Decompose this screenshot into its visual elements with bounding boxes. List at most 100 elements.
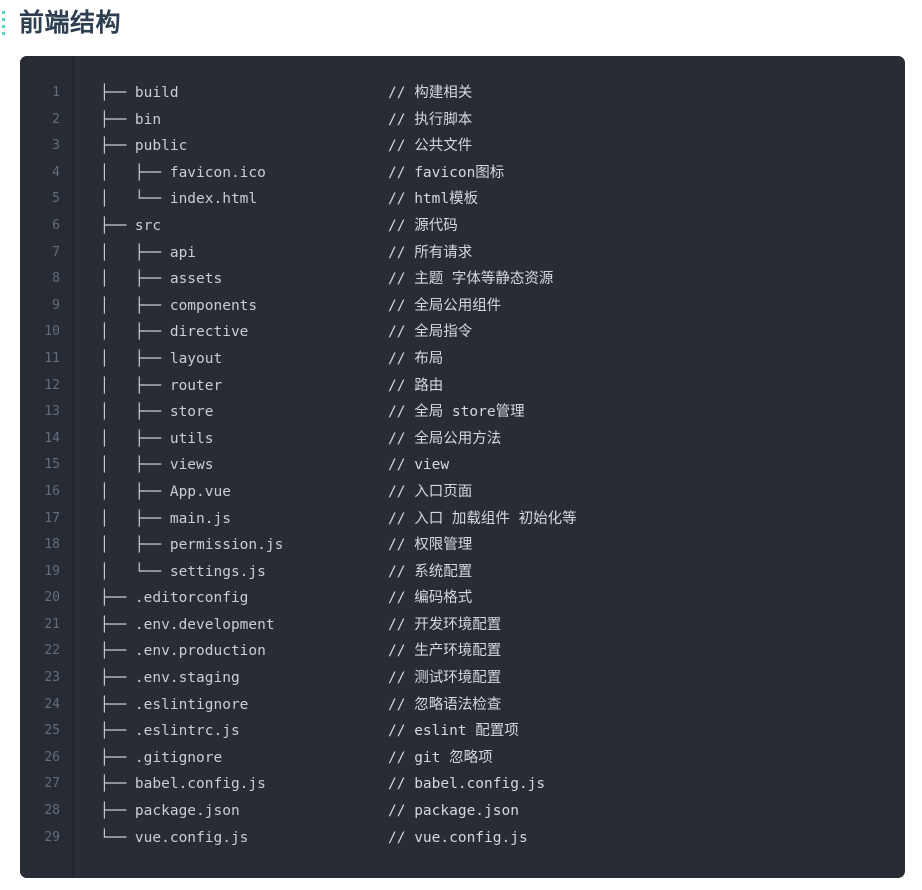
- file-tree-comment: // 测试环境配置: [388, 670, 502, 687]
- file-tree-entry: │ ├── layout: [100, 350, 223, 367]
- line-number: 19: [44, 563, 60, 579]
- file-tree-comment: // 主题 字体等静态资源: [388, 271, 554, 288]
- file-tree-comment: // 所有请求: [388, 244, 473, 261]
- code-line: 1 ├── build // 构建相关: [20, 80, 905, 107]
- file-tree-entry: │ └── settings.js: [100, 563, 266, 580]
- line-number: 25: [44, 723, 60, 739]
- code-line: 4 │ ├── favicon.ico // favicon图标: [20, 160, 905, 187]
- line-number: 9: [52, 297, 60, 313]
- file-tree-comment: // 入口 加载组件 初始化等: [388, 510, 577, 527]
- file-tree-entry: ├── public: [100, 138, 188, 155]
- code-line: 3 ├── public // 公共文件: [20, 133, 905, 160]
- file-tree-entry: │ ├── api: [100, 244, 197, 261]
- file-tree-entry: ├── bin: [100, 111, 162, 128]
- code-line: 16 │ ├── App.vue // 入口页面: [20, 479, 905, 506]
- code-block: 1 ├── build // 构建相关 2 ├── bin // 执行脚本 3 ├── pub…: [20, 56, 905, 878]
- code-line: 14 │ ├── utils // 全局公用方法: [20, 426, 905, 453]
- file-tree-entry: ├── .gitignore: [100, 749, 223, 766]
- code-line: 2 ├── bin // 执行脚本: [20, 107, 905, 134]
- file-tree-comment: // favicon图标: [388, 164, 505, 181]
- file-tree-entry: ├── babel.config.js: [100, 776, 266, 793]
- file-tree-comment: // 全局公用组件: [388, 297, 502, 314]
- code-line: 22 ├── .env.production // 生产环境配置: [20, 638, 905, 665]
- line-number: 17: [44, 510, 60, 526]
- line-number: 12: [44, 377, 60, 393]
- code-line: 15 │ ├── views // view: [20, 452, 905, 479]
- line-number: 23: [44, 670, 60, 686]
- code-line: 10 │ ├── directive // 全局指令: [20, 319, 905, 346]
- file-tree-comment: // eslint 配置项: [388, 723, 519, 740]
- file-tree-entry: │ ├── directive: [100, 324, 249, 341]
- file-tree-entry: │ ├── main.js: [100, 510, 231, 527]
- file-tree-entry: ├── build: [100, 85, 179, 101]
- line-number: 20: [44, 590, 60, 606]
- code-line: 18 │ ├── permission.js // 权限管理: [20, 532, 905, 559]
- file-tree-comment: // 生产环境配置: [388, 643, 502, 660]
- line-number: 27: [44, 776, 60, 792]
- file-tree-entry: │ ├── components: [100, 297, 258, 314]
- file-tree-comment: // 全局指令: [388, 324, 473, 341]
- code-line: 21 ├── .env.development // 开发环境配置: [20, 612, 905, 639]
- file-tree-comment: // git 忽略项: [388, 749, 493, 766]
- line-number: 28: [44, 803, 60, 819]
- file-tree-comment: // 全局公用方法: [388, 430, 502, 447]
- page-title: 前端结构: [19, 9, 122, 37]
- line-number: 4: [52, 164, 60, 180]
- file-tree-comment: // 全局 store管理: [388, 404, 525, 421]
- line-number: 18: [44, 537, 60, 553]
- line-number: 3: [52, 138, 60, 154]
- file-tree-entry: ├── .editorconfig: [100, 590, 249, 607]
- file-tree-comment: // 编码格式: [388, 590, 473, 607]
- line-number: 7: [52, 244, 60, 260]
- code-lines: 1 ├── build // 构建相关 2 ├── bin // 执行脚本 3 ├── pub…: [20, 80, 905, 851]
- code-line: 17 │ ├── main.js // 入口 加载组件 初始化等: [20, 506, 905, 533]
- file-tree-comment: // 系统配置: [388, 563, 473, 580]
- file-tree-entry: │ ├── favicon.ico: [100, 164, 266, 181]
- line-number: 6: [52, 217, 60, 233]
- line-number: 16: [44, 483, 60, 499]
- line-number: 11: [44, 350, 60, 366]
- code-line: 8 │ ├── assets // 主题 字体等静态资源: [20, 266, 905, 293]
- file-tree-comment: // babel.config.js: [388, 776, 546, 793]
- line-number: 29: [44, 829, 60, 845]
- file-tree-comment: // html模板: [388, 191, 479, 208]
- code-line: 25 ├── .eslintrc.js // eslint 配置项: [20, 718, 905, 745]
- file-tree-comment: // 构建相关: [388, 85, 473, 101]
- file-tree-comment: // 布局: [388, 350, 444, 367]
- code-line: 5 │ └── index.html // html模板: [20, 186, 905, 213]
- line-number: 24: [44, 696, 60, 712]
- line-number: 13: [44, 404, 60, 420]
- code-line: 27 ├── babel.config.js // babel.config.js: [20, 771, 905, 798]
- line-number: 26: [44, 749, 60, 765]
- line-number: 10: [44, 324, 60, 340]
- code-line: 24 ├── .eslintignore // 忽略语法检查: [20, 692, 905, 719]
- code-line: 26 ├── .gitignore // git 忽略项: [20, 745, 905, 772]
- file-tree-comment: // 执行脚本: [388, 111, 473, 128]
- file-tree-entry: │ ├── views: [100, 457, 214, 474]
- file-tree-comment: // 忽略语法检查: [388, 696, 502, 713]
- line-number: 22: [44, 643, 60, 659]
- line-number: 8: [52, 271, 60, 287]
- file-tree-entry: ├── package.json: [100, 803, 240, 820]
- file-tree-comment: // vue.config.js: [388, 829, 528, 846]
- file-tree-entry: ├── .env.staging: [100, 670, 240, 687]
- file-tree-entry: └── vue.config.js: [100, 829, 249, 846]
- code-line: 9 │ ├── components // 全局公用组件: [20, 293, 905, 320]
- line-number: 5: [52, 191, 60, 207]
- code-line: 29 └── vue.config.js // vue.config.js: [20, 825, 905, 852]
- file-tree-comment: // package.json: [388, 803, 519, 820]
- file-tree-entry: ├── .eslintignore: [100, 696, 249, 713]
- code-scroll-area[interactable]: 1 ├── build // 构建相关 2 ├── bin // 执行脚本 3 ├── pub…: [20, 56, 905, 878]
- file-tree-entry: ├── src: [100, 217, 162, 234]
- file-tree-comment: // 路由: [388, 377, 444, 394]
- file-tree-entry: │ ├── store: [100, 404, 214, 421]
- file-tree-entry: │ ├── utils: [100, 430, 214, 447]
- file-tree-comment: // 源代码: [388, 217, 458, 234]
- code-line: 13 │ ├── store // 全局 store管理: [20, 399, 905, 426]
- code-line: 23 ├── .env.staging // 测试环境配置: [20, 665, 905, 692]
- code-line: 11 │ ├── layout // 布局: [20, 346, 905, 373]
- line-number: 2: [52, 111, 60, 127]
- line-number: 21: [44, 616, 60, 632]
- code-line: 19 │ └── settings.js // 系统配置: [20, 559, 905, 586]
- code-line: 7 │ ├── api // 所有请求: [20, 240, 905, 267]
